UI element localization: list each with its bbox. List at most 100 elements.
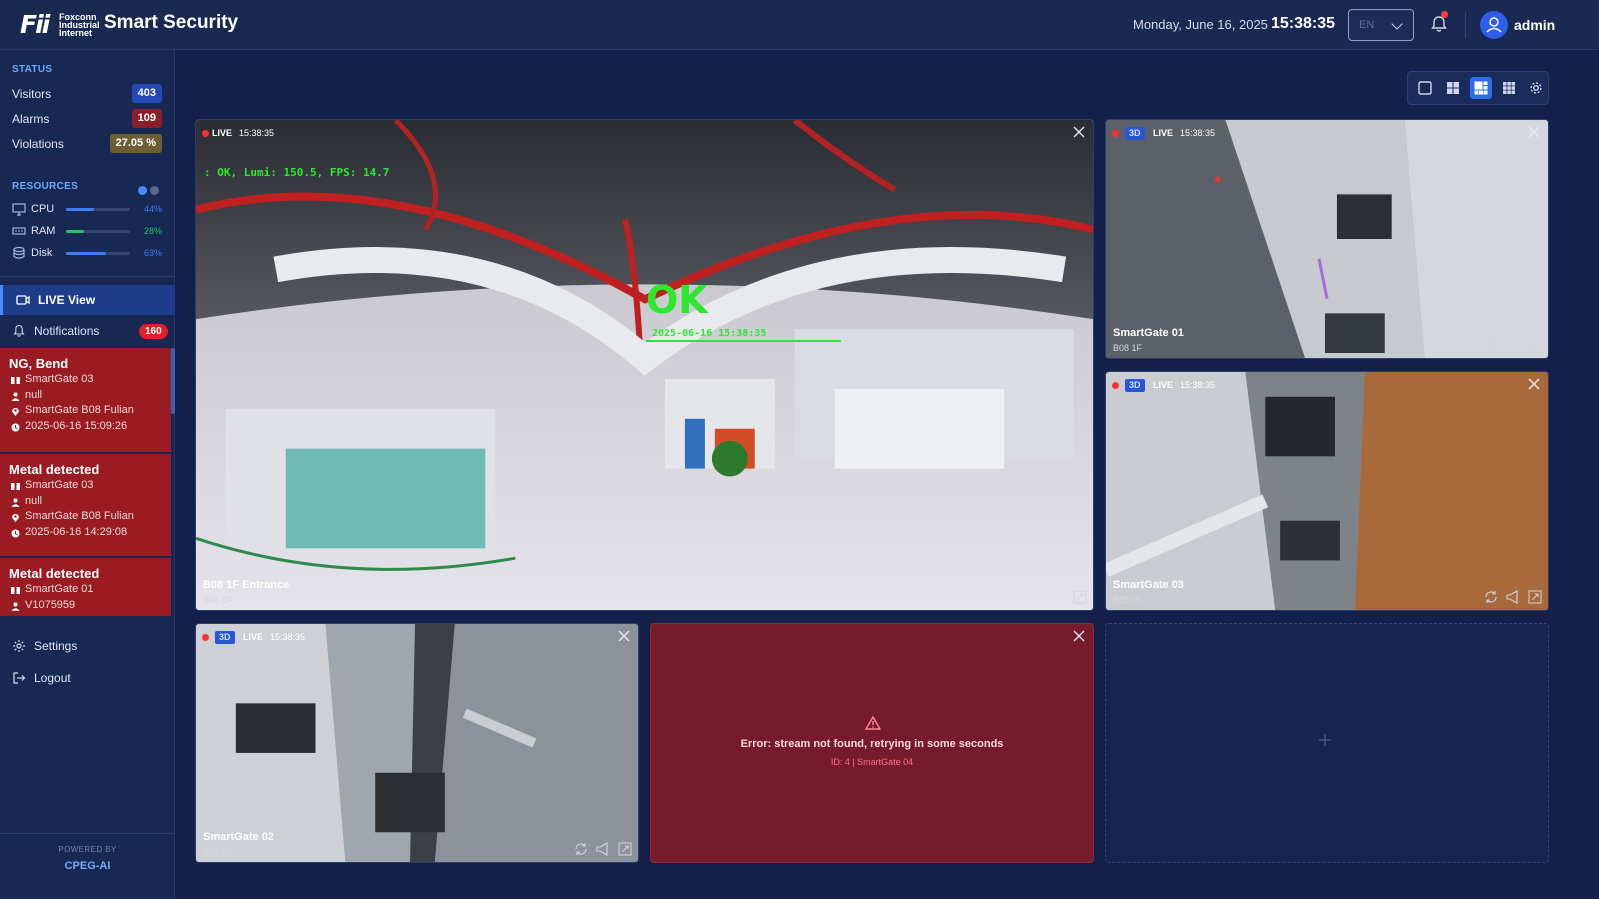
ram-usage-value: 28% <box>143 226 162 236</box>
pager-dot[interactable] <box>150 186 159 195</box>
nav-live-view[interactable]: LIVE View <box>0 285 175 315</box>
header-clock: 15:38:35 <box>1271 15 1336 32</box>
gear-icon <box>13 640 25 652</box>
gate-icon <box>11 483 20 490</box>
live-time: 15:38:35 <box>270 632 306 642</box>
camera-location: B08 1F <box>203 595 233 605</box>
user-icon <box>1486 17 1502 33</box>
video-icon <box>16 295 30 305</box>
avatar[interactable] <box>1480 11 1508 39</box>
speaker-button[interactable] <box>1506 590 1520 604</box>
layout-nine-grid-button[interactable] <box>1498 77 1520 99</box>
live-label: LIVE <box>212 128 233 138</box>
error-camera-id: ID: 4 | SmartGate 04 <box>830 757 914 767</box>
resource-disk: Disk 63% <box>12 246 162 262</box>
recording-dot <box>202 130 209 137</box>
camera-name: SmartGate 03 <box>1113 579 1184 591</box>
expand-icon <box>1528 590 1542 604</box>
disk-usage-bar <box>66 252 107 255</box>
close-icon[interactable] <box>1528 126 1540 138</box>
layout-single-button[interactable] <box>1414 77 1436 99</box>
resources-pager[interactable] <box>138 182 162 200</box>
3d-badge: 3D <box>215 631 235 644</box>
speaker-button[interactable] <box>596 842 610 856</box>
overlay-ok-text: OK <box>646 278 708 322</box>
overlay-timestamp: 2025-06-16 15:38:35 <box>652 328 767 339</box>
disk-usage-value: 63% <box>143 248 162 258</box>
location-pin-icon <box>12 514 19 522</box>
alert-card[interactable]: NG, Bend SmartGate 03 null SmartGate B08… <box>0 348 171 452</box>
monitor-icon <box>12 203 26 216</box>
megaphone-icon <box>596 842 608 856</box>
user-name[interactable]: admin <box>1514 17 1555 33</box>
status-section-label: STATUS <box>12 64 53 75</box>
live-time: 15:38:35 <box>1180 128 1216 138</box>
clock-icon <box>11 529 20 537</box>
pager-dot-active[interactable] <box>138 186 147 195</box>
camera-tile-smartgate-03[interactable]: 3D LIVE 15:38:35 SmartGate 03 B08 1F <box>1105 371 1549 611</box>
powered-by-footer: POWERED BY CPEG-AI <box>0 833 175 899</box>
logout-icon <box>13 672 26 684</box>
add-camera-icon[interactable] <box>1318 733 1332 747</box>
language-value: EN <box>1359 19 1375 31</box>
nav-notifications[interactable]: Notifications 160 <box>0 316 175 346</box>
brand-logo-subtitle: Foxconn Industrial Internet <box>59 12 100 38</box>
alerts-list[interactable]: NG, Bend SmartGate 03 null SmartGate B08… <box>0 348 175 616</box>
top-header: Fii Foxconn Industrial Internet Smart Se… <box>0 0 1599 50</box>
fullscreen-button[interactable] <box>1073 590 1087 604</box>
close-icon[interactable] <box>1073 126 1085 138</box>
refresh-button[interactable] <box>1484 590 1498 604</box>
recording-dot <box>1112 382 1119 389</box>
overlay-line <box>646 340 841 342</box>
resource-cpu: CPU 44% <box>12 202 162 218</box>
close-icon[interactable] <box>1528 378 1540 390</box>
alert-person: null <box>9 495 162 511</box>
camera-tile-main[interactable]: : OK, Lumi: 150.5, FPS: 14.7 OK 2025-06-… <box>195 119 1094 611</box>
fullscreen-button[interactable] <box>1528 338 1542 352</box>
featured-layout-icon <box>1474 81 1488 95</box>
alert-card[interactable]: Metal detected SmartGate 03 null SmartGa… <box>0 454 171 556</box>
live-label: LIVE <box>243 632 264 642</box>
close-icon[interactable] <box>1073 630 1085 642</box>
fullscreen-button[interactable] <box>618 842 632 856</box>
overlay-status-text: : OK, Lumi: 150.5, FPS: 14.7 <box>204 166 390 179</box>
status-visitors: Visitors 403 <box>12 84 162 104</box>
camera-tile-smartgate-01[interactable]: 3D LIVE 15:38:35 SmartGate 01 B08 1F <box>1105 119 1549 359</box>
alert-gate: SmartGate 03 <box>9 373 162 389</box>
alert-title: NG, Bend <box>9 356 69 371</box>
camera-location: B08 1F <box>1113 343 1143 353</box>
powered-by-brand: CPEG-AI <box>64 860 111 872</box>
resource-ram: RAM 28% <box>12 224 162 240</box>
refresh-button[interactable] <box>1484 338 1498 352</box>
language-select[interactable]: EN <box>1348 9 1414 41</box>
camera-name: B08 1F Entrance <box>203 579 290 591</box>
header-divider <box>1465 12 1466 38</box>
recording-dot <box>1112 130 1119 137</box>
camera-feed-smartgate-03 <box>1106 372 1548 610</box>
speaker-button[interactable] <box>1506 338 1520 352</box>
tile-tools <box>566 842 632 856</box>
layout-featured-button[interactable] <box>1470 77 1492 99</box>
empty-camera-slot[interactable] <box>1105 623 1549 863</box>
alert-gate: SmartGate 01 <box>9 583 162 599</box>
alert-card[interactable]: Metal detected SmartGate 01 V1075959 <box>0 558 171 616</box>
location-pin-icon <box>12 408 19 416</box>
camera-tile-error[interactable]: Error: stream not found, retrying in som… <box>650 623 1094 863</box>
layout-quad-button[interactable] <box>1442 77 1464 99</box>
refresh-button[interactable] <box>574 842 588 856</box>
status-alarms: Alarms 109 <box>12 109 162 129</box>
visitors-count: 403 <box>131 84 162 103</box>
layout-settings-button[interactable] <box>1525 77 1547 99</box>
alerts-scrollbar[interactable] <box>171 348 175 414</box>
camera-tile-smartgate-02[interactable]: 3D LIVE 15:38:35 SmartGate 02 B08 1F <box>195 623 639 863</box>
nav-settings[interactable]: Settings <box>0 631 175 661</box>
nine-grid-layout-icon <box>1503 82 1515 94</box>
app-title: Smart Security <box>104 12 239 33</box>
header-date: Monday, June 16, 2025 <box>1133 17 1268 32</box>
camera-name: SmartGate 02 <box>203 831 274 843</box>
nav-logout[interactable]: Logout <box>0 663 175 693</box>
layout-toolbar <box>1407 71 1549 105</box>
close-icon[interactable] <box>618 630 630 642</box>
tile-tools <box>1476 338 1542 352</box>
fullscreen-button[interactable] <box>1528 590 1542 604</box>
